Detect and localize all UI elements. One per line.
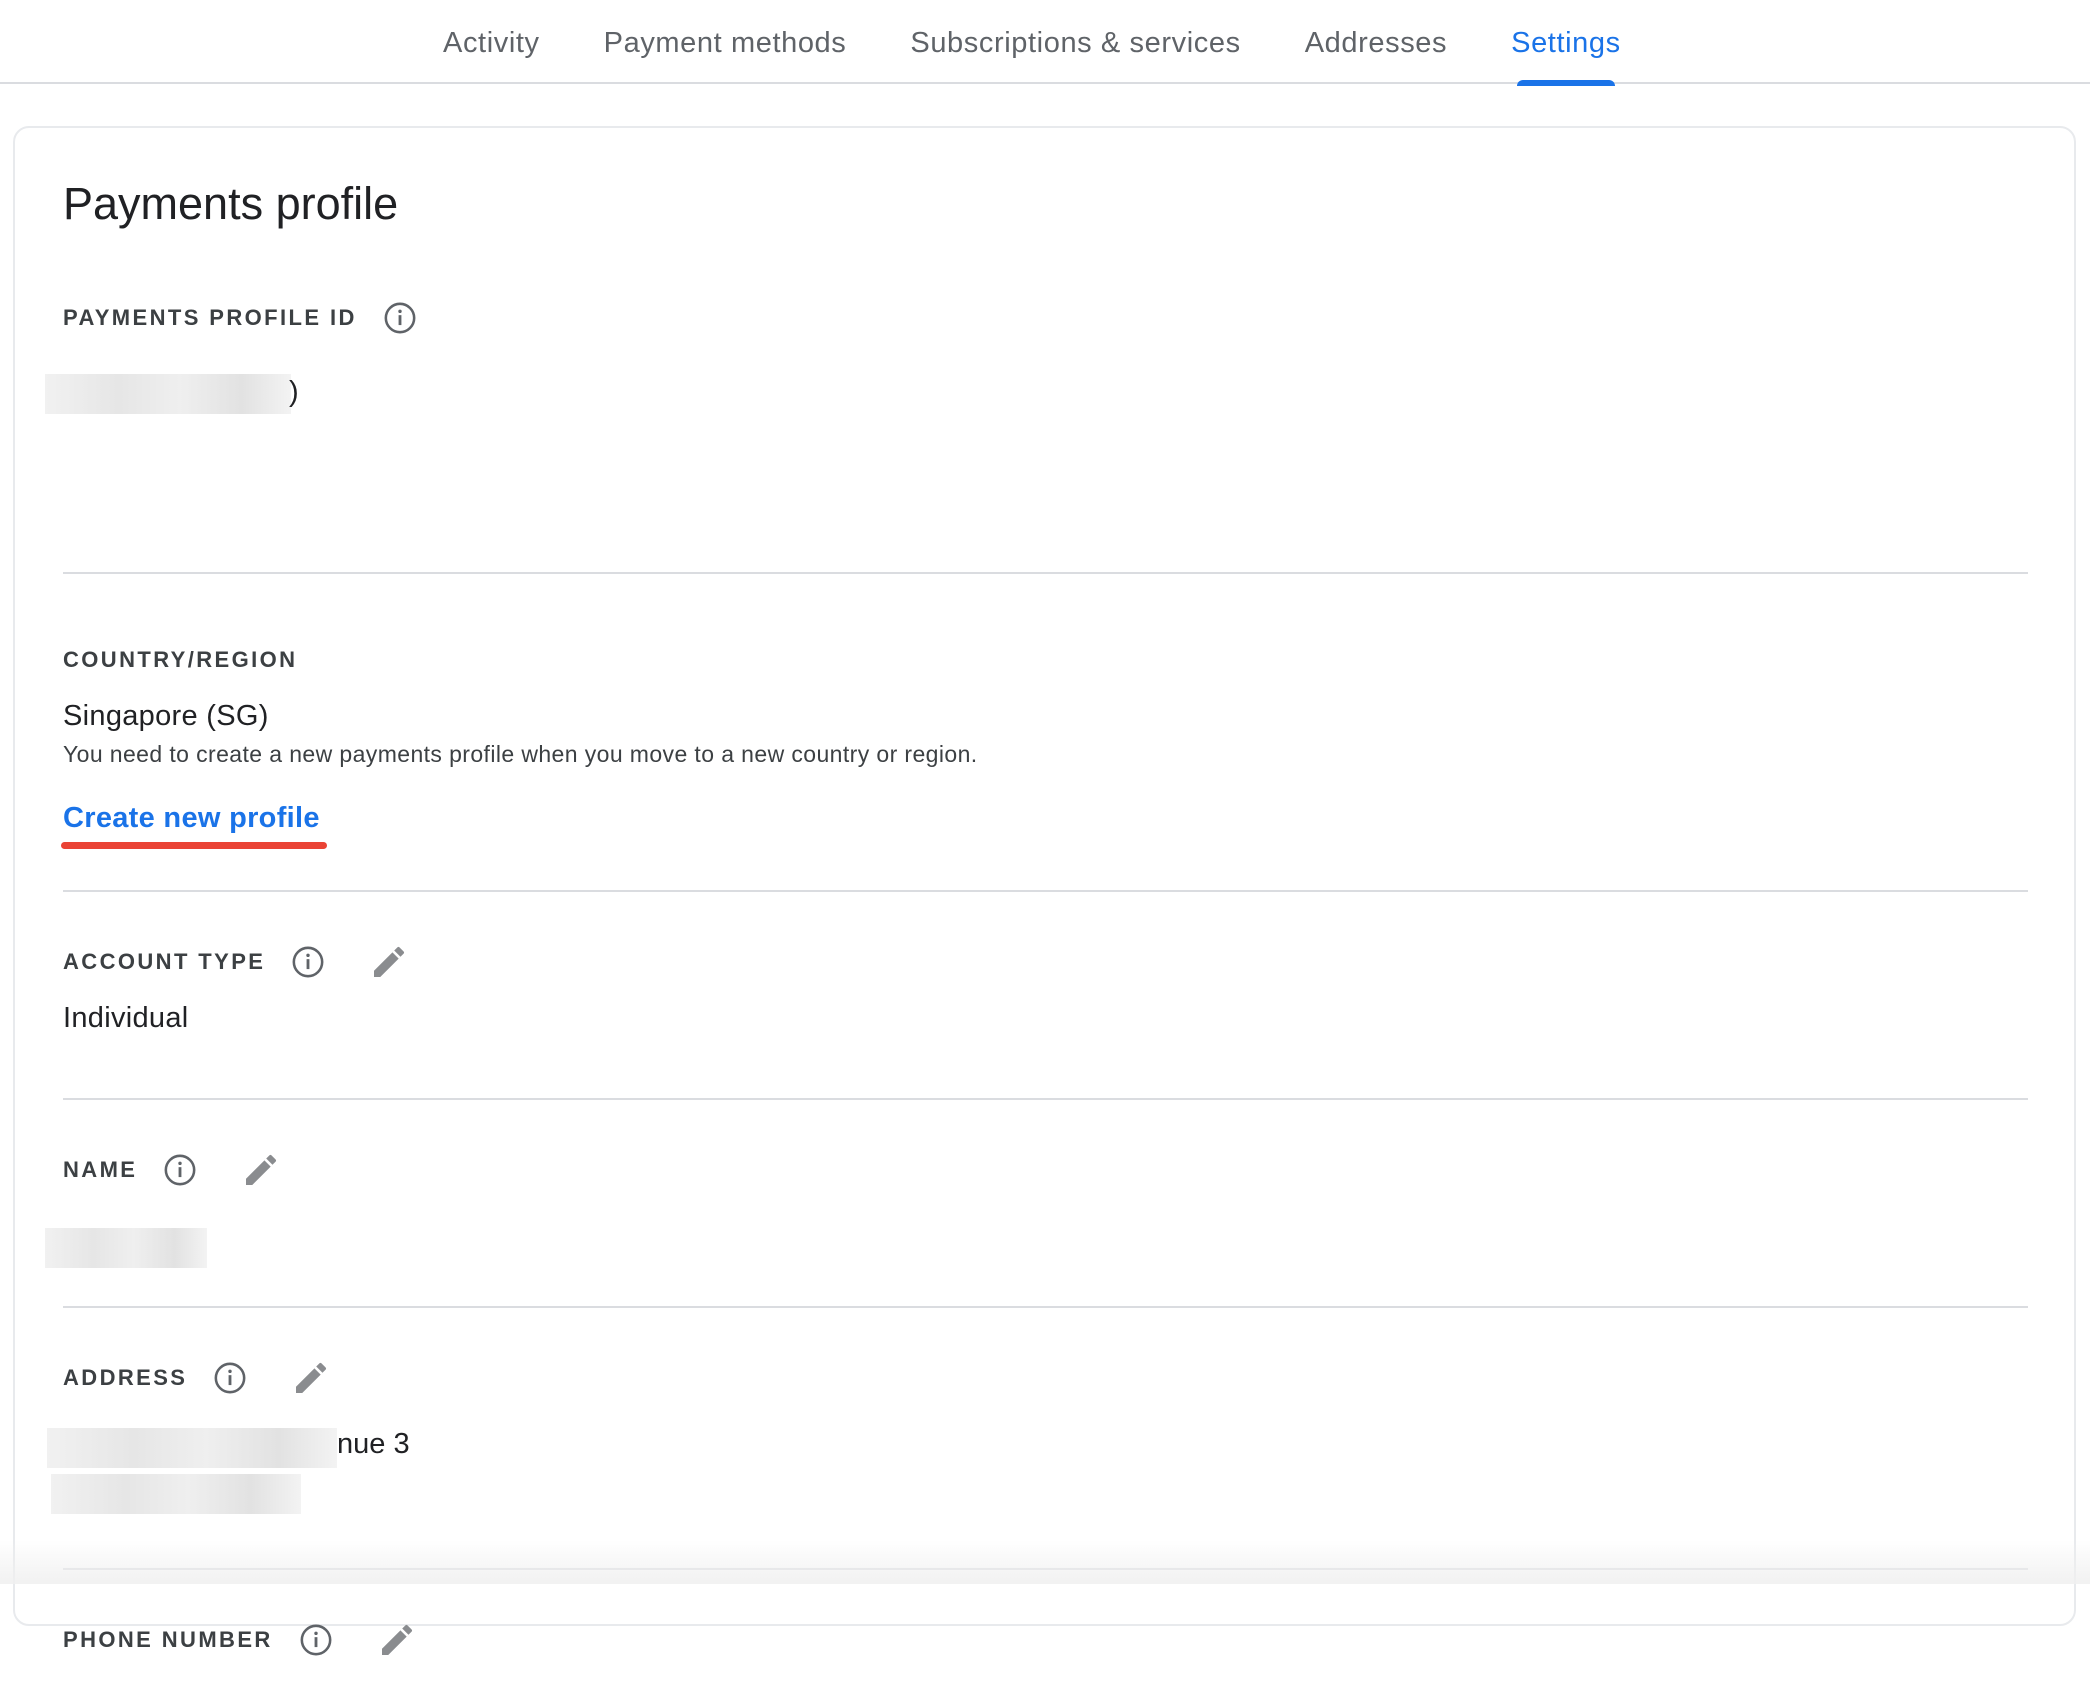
tab-payment-methods[interactable]: Payment methods [604, 0, 847, 84]
info-icon[interactable] [291, 945, 325, 979]
redacted-address-line-2 [51, 1474, 301, 1514]
section-profile-id: PAYMENTS PROFILE ID ) [45, 284, 2028, 574]
tab-settings[interactable]: Settings [1511, 0, 1621, 86]
info-icon[interactable] [163, 1153, 197, 1187]
section-country: COUNTRY/REGION Singapore (SG) You need t… [61, 572, 2028, 892]
profile-id-label: PAYMENTS PROFILE ID [63, 305, 357, 330]
tab-bar: Activity Payment methods Subscriptions &… [0, 0, 1685, 86]
create-new-profile-link[interactable]: Create new profile [63, 802, 320, 835]
profile-id-visible-tail: ) [289, 376, 299, 408]
country-value: Singapore (SG) [63, 700, 269, 732]
bottom-fade [0, 1540, 2090, 1584]
tab-addresses[interactable]: Addresses [1305, 0, 1447, 84]
info-icon[interactable] [213, 1361, 247, 1395]
payments-profile-card: Payments profile PAYMENTS PROFILE ID ) C… [13, 126, 2076, 1656]
section-address: ADDRESS nue 3 [47, 1306, 2028, 1570]
page-title: Payments profile [63, 178, 399, 229]
address-visible-tail: nue 3 [337, 1428, 410, 1460]
name-label: NAME [63, 1157, 138, 1182]
phone-label: PHONE NUMBER [63, 1627, 273, 1652]
address-label: ADDRESS [63, 1365, 188, 1390]
info-icon[interactable] [383, 301, 417, 335]
pencil-icon[interactable] [377, 1620, 417, 1660]
section-name: NAME [45, 1098, 2028, 1308]
section-phone: PHONE NUMBER [63, 1568, 2028, 1688]
account-type-value: Individual [63, 1002, 189, 1034]
info-icon[interactable] [299, 1623, 333, 1657]
pencil-icon[interactable] [369, 942, 409, 982]
country-label: COUNTRY/REGION [63, 647, 298, 672]
highlight-underline [61, 842, 327, 849]
tab-subscriptions-services[interactable]: Subscriptions & services [910, 0, 1240, 84]
redacted-name [45, 1228, 207, 1268]
country-helper-text: You need to create a new payments profil… [63, 741, 978, 767]
account-type-label: ACCOUNT TYPE [63, 949, 266, 974]
redacted-profile-id [45, 374, 291, 414]
redacted-address-line-1 [47, 1428, 337, 1468]
top-nav: Activity Payment methods Subscriptions &… [0, 0, 2090, 86]
section-account-type: ACCOUNT TYPE Individual [63, 890, 2028, 1100]
pencil-icon[interactable] [241, 1150, 281, 1190]
tab-activity[interactable]: Activity [443, 0, 540, 84]
pencil-icon[interactable] [291, 1358, 331, 1398]
